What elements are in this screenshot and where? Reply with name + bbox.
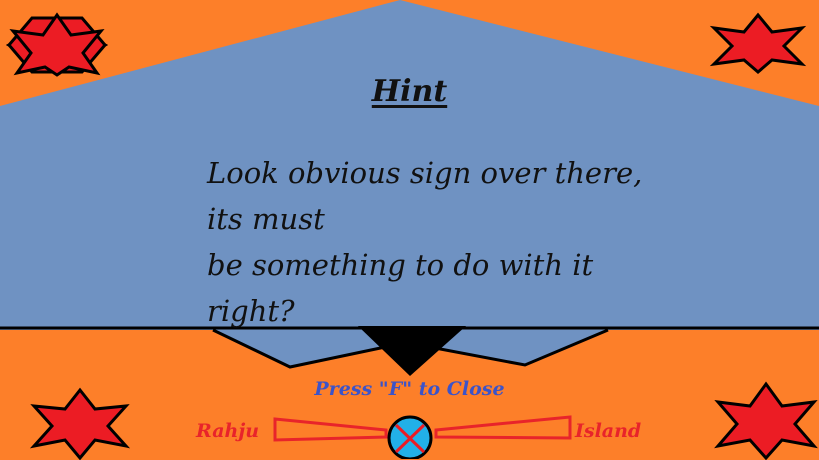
close-prompt: Press "F" to Close (314, 378, 505, 400)
hint-line: Look obvious sign over there, its must (207, 156, 643, 236)
red-star-icon (29, 387, 131, 460)
hint-message: Look obvious sign over there, its must b… (207, 150, 677, 334)
hint-line: be something to do with it right? (207, 248, 594, 328)
brand-bar-left (273, 417, 388, 442)
hint-title: Hint (371, 74, 448, 109)
brand-word-right: Island (575, 420, 642, 442)
brand-word-left: Rahju (196, 420, 260, 442)
brand-bar-right (434, 415, 572, 440)
close-button[interactable] (384, 415, 436, 459)
x-close-icon (387, 415, 433, 459)
red-star-icon (709, 12, 807, 74)
red-star-icon (5, 12, 109, 77)
